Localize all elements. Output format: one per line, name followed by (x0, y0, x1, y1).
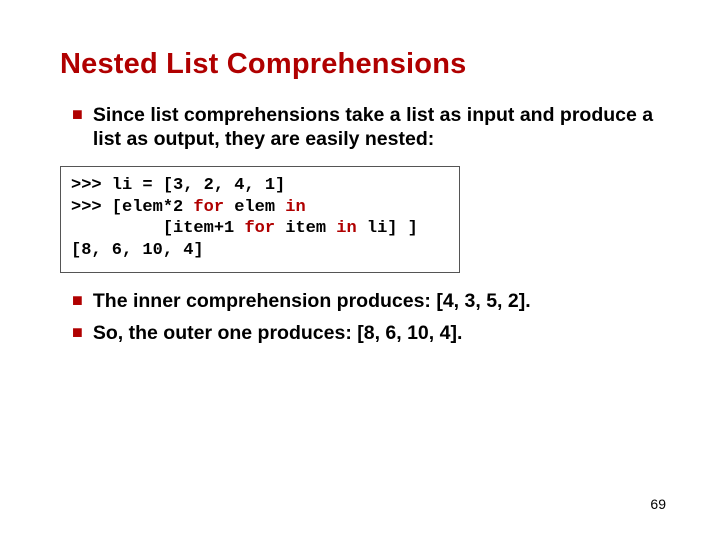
code-line-2a: >>> [elem*2 (71, 198, 193, 217)
bullets-bottom: ■ The inner comprehension produces: [4, … (72, 289, 660, 346)
code-line-3a: [item+1 (71, 219, 244, 238)
code-kw-for: for (193, 198, 224, 217)
page-number: 69 (650, 496, 666, 512)
code-kw-for: for (244, 219, 275, 238)
slide-title: Nested List Comprehensions (60, 48, 660, 81)
code-kw-in: in (285, 198, 305, 217)
bullets-top: ■ Since list comprehensions take a list … (72, 103, 660, 152)
code-line-3e: li] ] (357, 219, 418, 238)
slide: Nested List Comprehensions ■ Since list … (0, 0, 720, 540)
bullet-item: ■ Since list comprehensions take a list … (72, 103, 660, 152)
bullet-marker: ■ (72, 103, 83, 125)
code-line-2c: elem (224, 198, 285, 217)
bullet-text: So, the outer one produces: [8, 6, 10, 4… (93, 321, 463, 345)
bullet-marker: ■ (72, 321, 83, 343)
bullet-item: ■ The inner comprehension produces: [4, … (72, 289, 660, 313)
code-line-3c: item (275, 219, 336, 238)
code-line-1: >>> li = [3, 2, 4, 1] (71, 176, 285, 195)
bullet-marker: ■ (72, 289, 83, 311)
code-kw-in: in (336, 219, 356, 238)
bullet-item: ■ So, the outer one produces: [8, 6, 10,… (72, 321, 660, 345)
code-box: >>> li = [3, 2, 4, 1] >>> [elem*2 for el… (60, 166, 460, 273)
bullet-text: Since list comprehensions take a list as… (93, 103, 660, 152)
bullet-text: The inner comprehension produces: [4, 3,… (93, 289, 531, 313)
code-block: >>> li = [3, 2, 4, 1] >>> [elem*2 for el… (71, 175, 449, 262)
code-line-4: [8, 6, 10, 4] (71, 241, 204, 260)
